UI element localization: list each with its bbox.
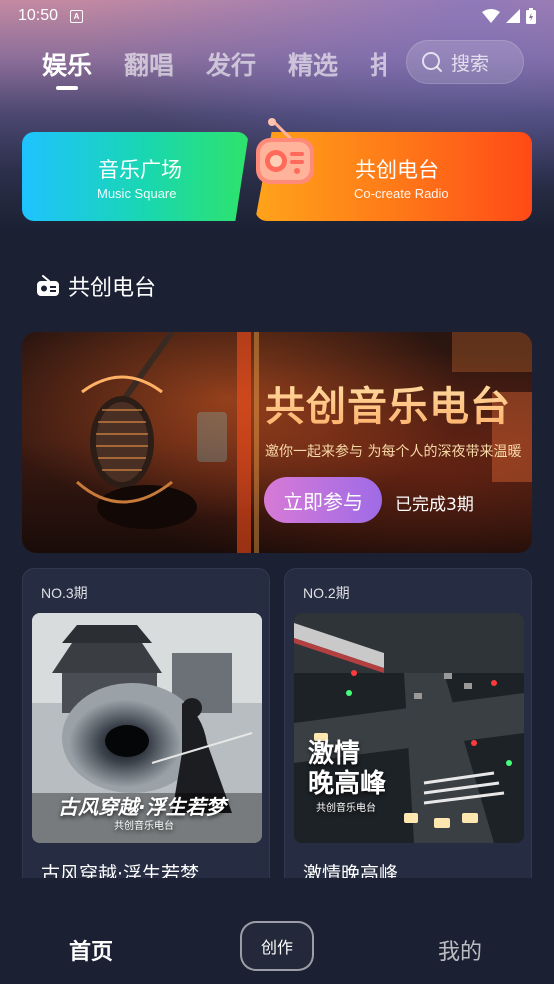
episode-number: NO.3期 [41, 585, 88, 601]
cover-title: 古风穿越·浮生若梦 [58, 795, 226, 819]
radio-banner[interactable]: 共创音乐电台 邀你一起来参与 为每个人的深夜带来温暖 立即参与 已完成3期 [22, 332, 532, 553]
status-bar: 10:50 A [0, 0, 554, 32]
notification-icon: A [70, 9, 84, 23]
tab-indicator [56, 86, 78, 90]
cover-subtitle: 共创音乐电台 [316, 803, 376, 814]
nav-mine[interactable]: 我的 [438, 934, 482, 966]
search-icon [422, 52, 442, 72]
episode-cover: 古风穿越·浮生若梦 共创音乐电台 [32, 613, 262, 843]
category-tabs: 娱乐 翻唱 发行 精选 排 搜索 [0, 38, 554, 94]
episode-cover: 激情 晚高峰 共创音乐电台 [294, 613, 524, 843]
episode-card-2[interactable]: NO.2期 激情 晚高峰 共创音乐电台 激情晚高峰 [284, 568, 532, 898]
search-input[interactable]: 搜索 [406, 40, 524, 84]
cover-title-line2: 晚高峰 [308, 769, 387, 799]
completed-count: 已完成3期 [395, 495, 474, 515]
radio-icon [256, 118, 314, 184]
banner-slogan: 邀你一起来参与 为每个人的深夜带来温暖 [265, 444, 522, 460]
cover-subtitle: 共创音乐电台 [114, 821, 174, 832]
section-header: 共创电台 [36, 270, 156, 302]
battery-icon [526, 8, 536, 24]
search-placeholder: 搜索 [451, 52, 490, 75]
banner-title: 共创音乐电台 [265, 374, 511, 432]
music-square-subtitle: Music Square [97, 186, 177, 201]
episode-card-3[interactable]: NO.3期 古风穿越·浮生若梦 共创音乐电台 古风穿越·浮生若梦 [22, 568, 270, 898]
music-square-card[interactable]: 音乐广场 Music Square [22, 132, 249, 221]
nav-home[interactable]: 首页 [69, 934, 113, 966]
wifi-icon [482, 9, 500, 23]
tab-featured[interactable]: 精选 [288, 46, 338, 82]
tab-release[interactable]: 发行 [206, 46, 256, 82]
signal-icon [506, 9, 520, 23]
episode-number: NO.2期 [303, 585, 350, 601]
tab-cover[interactable]: 翻唱 [124, 46, 174, 82]
music-square-title: 音乐广场 [98, 158, 182, 182]
cocreate-radio-title: 共创电台 [355, 158, 439, 182]
create-button[interactable]: 创作 [240, 921, 314, 971]
status-time: 10:50 [18, 7, 59, 24]
radio-small-icon [37, 275, 59, 296]
tab-entertainment[interactable]: 娱乐 [42, 46, 92, 82]
tab-ranking[interactable]: 排 [370, 46, 386, 82]
status-icons [482, 8, 536, 24]
section-title: 共创电台 [68, 276, 157, 301]
cocreate-radio-subtitle: Co-create Radio [354, 186, 449, 201]
join-now-button[interactable]: 立即参与 [264, 477, 382, 523]
bottom-navigation: 首页 创作 我的 [0, 878, 554, 984]
